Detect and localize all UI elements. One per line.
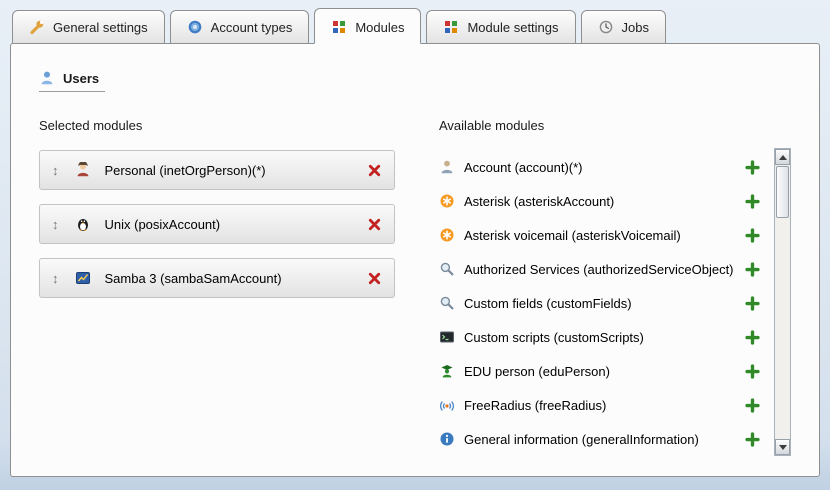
arrow-down-icon (779, 445, 787, 450)
add-module-button[interactable] (745, 296, 760, 311)
scrollbar-track[interactable] (775, 219, 790, 439)
tab-modules[interactable]: Modules (314, 8, 421, 44)
selected-module-row[interactable]: ↕ Personal (inetOrgPerson)(*) (39, 150, 395, 190)
selected-module-label: Samba 3 (sambaSamAccount) (105, 271, 282, 286)
account-icon (439, 159, 455, 175)
available-module-row: Asterisk (asteriskAccount) (439, 184, 774, 218)
modules-grid-icon (443, 19, 459, 35)
drag-handle-icon[interactable]: ↕ (52, 164, 59, 177)
add-module-button[interactable] (745, 330, 760, 345)
available-module-row: Authorized Services (authorizedServiceOb… (439, 252, 774, 286)
tab-label: General settings (53, 20, 148, 35)
tab-label: Module settings (467, 20, 558, 35)
available-modules-column: Available modules Account (account)(*) (439, 118, 791, 456)
tab-module-settings[interactable]: Module settings (426, 10, 575, 44)
asterisk-icon (439, 193, 455, 209)
tab-general-settings[interactable]: General settings (12, 10, 165, 44)
selected-module-row[interactable]: ↕ Unix (posixAccount) (39, 204, 395, 244)
add-module-button[interactable] (745, 160, 760, 175)
info-icon (439, 431, 455, 447)
add-module-button[interactable] (745, 262, 760, 277)
remove-module-button[interactable] (367, 217, 382, 232)
page-title-label: Users (63, 71, 99, 86)
available-module-label: Custom fields (customFields) (464, 296, 632, 311)
samba-icon (75, 270, 91, 286)
available-module-label: Authorized Services (authorizedServiceOb… (464, 262, 734, 277)
available-module-label: General information (generalInformation) (464, 432, 699, 447)
edu-person-icon (439, 363, 455, 379)
available-module-row: Custom scripts (customScripts) (439, 320, 774, 354)
available-modules-heading: Available modules (439, 118, 774, 133)
scrollbar[interactable] (774, 148, 791, 456)
tab-account-types[interactable]: Account types (170, 10, 310, 44)
add-module-button[interactable] (745, 228, 760, 243)
modules-grid-icon (331, 19, 347, 35)
scroll-down-button[interactable] (775, 439, 790, 455)
penguin-icon (75, 216, 91, 232)
available-module-row: Custom fields (customFields) (439, 286, 774, 320)
available-module-label: Asterisk voicemail (asteriskVoicemail) (464, 228, 681, 243)
remove-module-button[interactable] (367, 271, 382, 286)
arrow-up-icon (779, 155, 787, 160)
magnifier-icon (439, 295, 455, 311)
add-module-button[interactable] (745, 364, 760, 379)
available-module-row: FreeRadius (freeRadius) (439, 388, 774, 422)
remove-module-button[interactable] (367, 163, 382, 178)
available-module-row: Account (account)(*) (439, 150, 774, 184)
add-module-button[interactable] (745, 398, 760, 413)
drag-handle-icon[interactable]: ↕ (52, 272, 59, 285)
add-module-button[interactable] (745, 432, 760, 447)
available-module-label: EDU person (eduPerson) (464, 364, 610, 379)
add-module-button[interactable] (745, 194, 760, 209)
available-module-row: Asterisk voicemail (asteriskVoicemail) (439, 218, 774, 252)
person-icon (75, 162, 91, 178)
wrench-icon (29, 19, 45, 35)
available-module-label: Asterisk (asteriskAccount) (464, 194, 614, 209)
user-icon (39, 70, 55, 86)
tab-bar: General settings Account types Modules (0, 0, 830, 43)
available-module-label: FreeRadius (freeRadius) (464, 398, 606, 413)
scroll-up-button[interactable] (775, 149, 790, 165)
tab-label: Account types (211, 20, 293, 35)
selected-modules-heading: Selected modules (39, 118, 395, 133)
available-module-row: EDU person (eduPerson) (439, 354, 774, 388)
selected-module-row[interactable]: ↕ Samba 3 (sambaSamAccount) (39, 258, 395, 298)
radius-icon (439, 397, 455, 413)
tab-label: Modules (355, 20, 404, 35)
page-title: Users (39, 70, 105, 92)
selected-module-label: Unix (posixAccount) (105, 217, 221, 232)
selected-modules-column: Selected modules ↕ Personal (inetOrgPers… (39, 118, 395, 456)
magnifier-icon (439, 261, 455, 277)
badge-icon (187, 19, 203, 35)
selected-module-label: Personal (inetOrgPerson)(*) (105, 163, 266, 178)
available-module-row: General information (generalInformation) (439, 422, 774, 456)
scrollbar-thumb[interactable] (776, 166, 789, 218)
asterisk-icon (439, 227, 455, 243)
tab-jobs[interactable]: Jobs (581, 10, 666, 44)
content-panel: Users Selected modules ↕ Personal (inetO… (10, 43, 820, 477)
available-module-label: Account (account)(*) (464, 160, 583, 175)
clock-icon (598, 19, 614, 35)
drag-handle-icon[interactable]: ↕ (52, 218, 59, 231)
available-module-label: Custom scripts (customScripts) (464, 330, 644, 345)
tab-label: Jobs (622, 20, 649, 35)
terminal-icon (439, 329, 455, 345)
